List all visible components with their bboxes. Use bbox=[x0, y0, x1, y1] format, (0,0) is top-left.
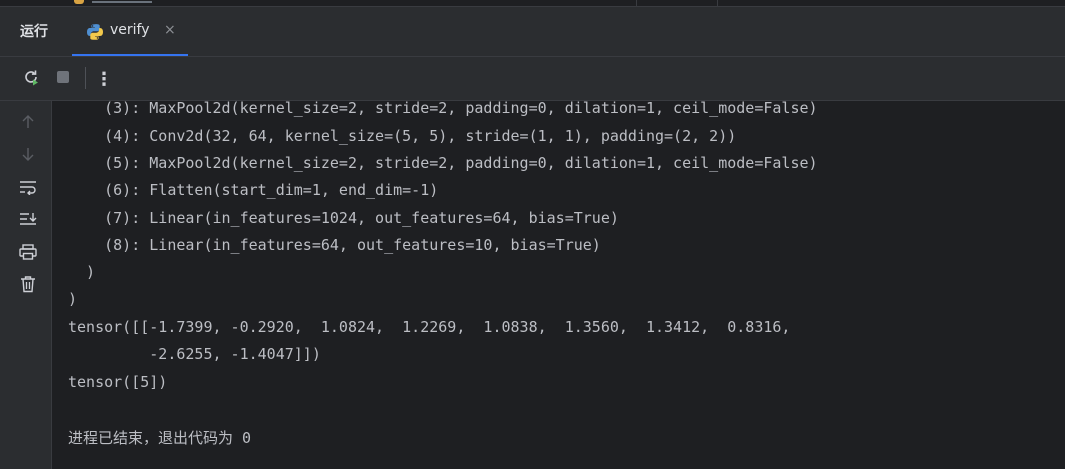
down-arrow-icon bbox=[20, 146, 36, 166]
console-line: (3): MaxPool2d(kernel_size=2, stride=2, … bbox=[68, 99, 818, 117]
next-occurrence-button[interactable] bbox=[17, 145, 39, 167]
console-output[interactable]: (3): MaxPool2d(kernel_size=2, stride=2, … bbox=[53, 99, 1065, 469]
trash-icon bbox=[20, 275, 36, 297]
console-line: ) bbox=[68, 263, 96, 281]
rerun-button[interactable] bbox=[20, 68, 42, 90]
console-line: (4): Conv2d(32, 64, kernel_size=(5, 5), … bbox=[68, 127, 737, 145]
stop-icon bbox=[55, 69, 71, 89]
console-line: (6): Flatten(start_dim=1, end_dim=-1) bbox=[68, 181, 439, 199]
run-tool-window-header: 运行 verify × bbox=[0, 7, 1065, 56]
console-line: (7): Linear(in_features=1024, out_featur… bbox=[68, 209, 619, 227]
clear-all-button[interactable] bbox=[17, 275, 39, 297]
soft-wrap-button[interactable] bbox=[17, 178, 39, 200]
run-toolbar: ⋮ bbox=[0, 57, 1065, 100]
console-line: tensor([5]) bbox=[68, 373, 168, 391]
console-line: (5): MaxPool2d(kernel_size=2, stride=2, … bbox=[68, 154, 818, 172]
up-arrow-icon bbox=[20, 114, 36, 134]
tab-label: verify bbox=[110, 22, 150, 38]
console-line: tensor([[-1.7399, -0.2920, 1.0824, 1.226… bbox=[68, 318, 791, 336]
console-line: (8): Linear(in_features=64, out_features… bbox=[68, 236, 601, 254]
toolbar-separator bbox=[85, 67, 86, 89]
soft-wrap-icon bbox=[19, 179, 37, 199]
console-line: ) bbox=[68, 290, 78, 308]
console-sidebar bbox=[0, 101, 52, 469]
more-button[interactable]: ⋮ bbox=[93, 68, 115, 90]
scroll-to-end-button[interactable] bbox=[17, 210, 39, 232]
scroll-to-end-icon bbox=[19, 211, 37, 231]
python-icon bbox=[86, 23, 104, 41]
close-icon[interactable]: × bbox=[164, 22, 176, 38]
cropped-text bbox=[92, 0, 152, 3]
previous-occurrence-button[interactable] bbox=[17, 113, 39, 135]
stop-button[interactable] bbox=[52, 68, 74, 90]
console-line: -2.6255, -1.4047]]) bbox=[68, 345, 321, 363]
top-strip bbox=[0, 0, 1065, 7]
file-icon bbox=[74, 0, 84, 4]
print-button[interactable] bbox=[17, 243, 39, 265]
tab-verify[interactable]: verify × bbox=[72, 7, 188, 56]
rerun-icon bbox=[22, 68, 40, 90]
print-icon bbox=[19, 244, 37, 264]
process-exit-message: 进程已结束，退出代码为 0 bbox=[68, 429, 252, 447]
run-title: 运行 bbox=[20, 24, 48, 40]
more-vertical-icon: ⋮ bbox=[95, 68, 113, 90]
